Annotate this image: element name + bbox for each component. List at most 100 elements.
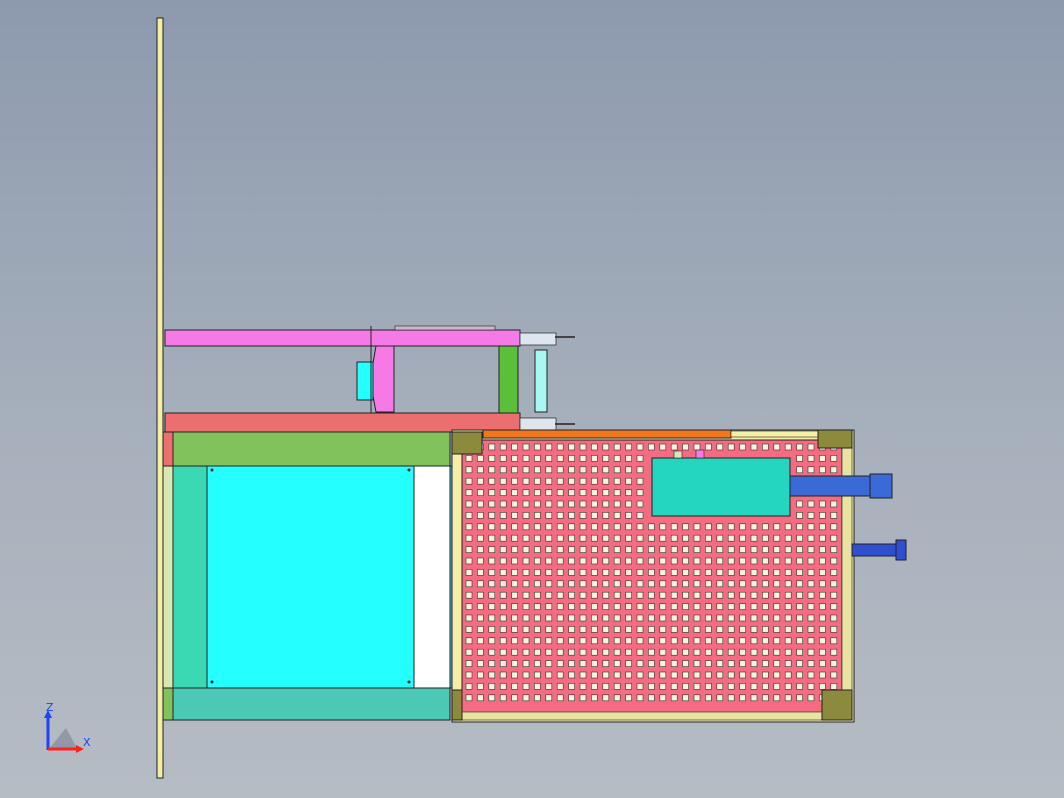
mesh-hole — [465, 523, 473, 531]
mesh-hole — [534, 671, 541, 679]
mesh-hole — [682, 523, 689, 531]
mesh-hole — [807, 580, 815, 588]
mesh-hole — [773, 614, 781, 622]
mesh-hole — [750, 557, 758, 565]
mesh-hole — [819, 546, 826, 553]
mesh-hole — [465, 546, 473, 553]
mesh-hole — [670, 569, 678, 576]
mesh-hole — [670, 683, 678, 690]
mesh-hole — [659, 683, 667, 690]
mesh-hole — [465, 569, 473, 576]
mesh-hole — [625, 489, 632, 496]
mesh-hole — [499, 637, 507, 645]
mesh-hole — [727, 591, 735, 599]
upper-frame[interactable] — [164, 325, 575, 434]
mesh-hole — [727, 648, 735, 656]
mesh-hole — [830, 546, 838, 553]
mesh-hole — [682, 648, 689, 656]
mesh-hole — [511, 648, 518, 656]
mesh-hole — [613, 557, 621, 565]
mesh-hole — [670, 648, 678, 656]
mesh-hole — [568, 637, 575, 645]
mesh-hole — [591, 580, 598, 588]
left-light-strip — [162, 465, 174, 689]
mesh-hole — [636, 557, 644, 565]
cyan-access-panel[interactable] — [206, 465, 415, 689]
mesh-hole — [648, 534, 655, 542]
cad-viewport[interactable]: Z X — [0, 0, 1064, 798]
mesh-hole — [807, 534, 815, 542]
mesh-hole — [762, 614, 769, 622]
mesh-hole — [670, 557, 678, 565]
mesh-hole — [499, 557, 507, 565]
mesh-hole — [648, 523, 655, 531]
mesh-hole — [602, 523, 610, 531]
vertical-post[interactable] — [156, 17, 164, 779]
mesh-hole — [796, 580, 803, 588]
mesh-hole — [568, 683, 575, 690]
air-cylinder[interactable] — [851, 539, 907, 561]
mesh-hole — [727, 534, 735, 542]
mesh-hole — [727, 443, 735, 451]
mesh-hole — [807, 557, 815, 565]
mesh-hole — [670, 603, 678, 610]
mesh-hole — [488, 523, 496, 531]
mesh-hole — [773, 660, 781, 667]
mesh-hole — [591, 569, 598, 576]
mesh-hole — [796, 534, 803, 542]
mesh-hole — [545, 591, 553, 599]
mesh-hole — [807, 455, 815, 462]
drive-motor[interactable] — [651, 449, 893, 517]
mesh-hole — [636, 671, 644, 679]
mesh-hole — [568, 512, 575, 519]
mesh-hole — [488, 671, 496, 679]
mesh-hole — [819, 500, 826, 508]
z-axis-label: Z — [46, 701, 54, 714]
mesh-hole — [762, 546, 769, 553]
mesh-hole — [784, 603, 792, 610]
mesh-hole — [739, 671, 746, 679]
mesh-hole — [591, 614, 598, 622]
mesh-hole — [556, 603, 564, 610]
mesh-hole — [488, 694, 496, 702]
motor-endcap — [869, 473, 893, 499]
mesh-hole — [636, 477, 644, 485]
mesh-hole — [739, 660, 746, 667]
mesh-hole — [773, 637, 781, 645]
mesh-hole — [625, 466, 632, 474]
mesh-hole — [773, 523, 781, 531]
mesh-hole — [819, 512, 826, 519]
mesh-hole — [807, 603, 815, 610]
mesh-hole — [568, 694, 575, 702]
mesh-hole — [659, 660, 667, 667]
mesh-hole — [556, 455, 564, 462]
mesh-hole — [830, 569, 838, 576]
mesh-hole — [602, 546, 610, 553]
mesh-hole — [534, 523, 541, 531]
mesh-hole — [705, 626, 712, 633]
mesh-hole — [830, 455, 838, 462]
mesh-hole — [613, 580, 621, 588]
mesh-hole — [648, 557, 655, 565]
mesh-hole — [682, 626, 689, 633]
mesh-hole — [796, 683, 803, 690]
mesh-hole — [613, 443, 621, 451]
mesh-hole — [625, 500, 632, 508]
mesh-hole — [739, 637, 746, 645]
mesh-hole — [545, 466, 553, 474]
mesh-hole — [602, 500, 610, 508]
cad-model-drawing[interactable]: Z X — [0, 0, 1064, 798]
mesh-hole — [659, 694, 667, 702]
mesh-hole — [613, 591, 621, 599]
lower-cabinet[interactable] — [162, 431, 463, 721]
mesh-hole — [648, 569, 655, 576]
mesh-hole — [682, 569, 689, 576]
mesh-hole — [762, 648, 769, 656]
top-rail-yellow — [730, 430, 822, 438]
mesh-hole — [579, 648, 587, 656]
mesh-hole — [796, 443, 803, 451]
mesh-hole — [784, 569, 792, 576]
mesh-hole — [488, 648, 496, 656]
mesh-hole — [522, 671, 530, 679]
mesh-hole — [830, 534, 838, 542]
